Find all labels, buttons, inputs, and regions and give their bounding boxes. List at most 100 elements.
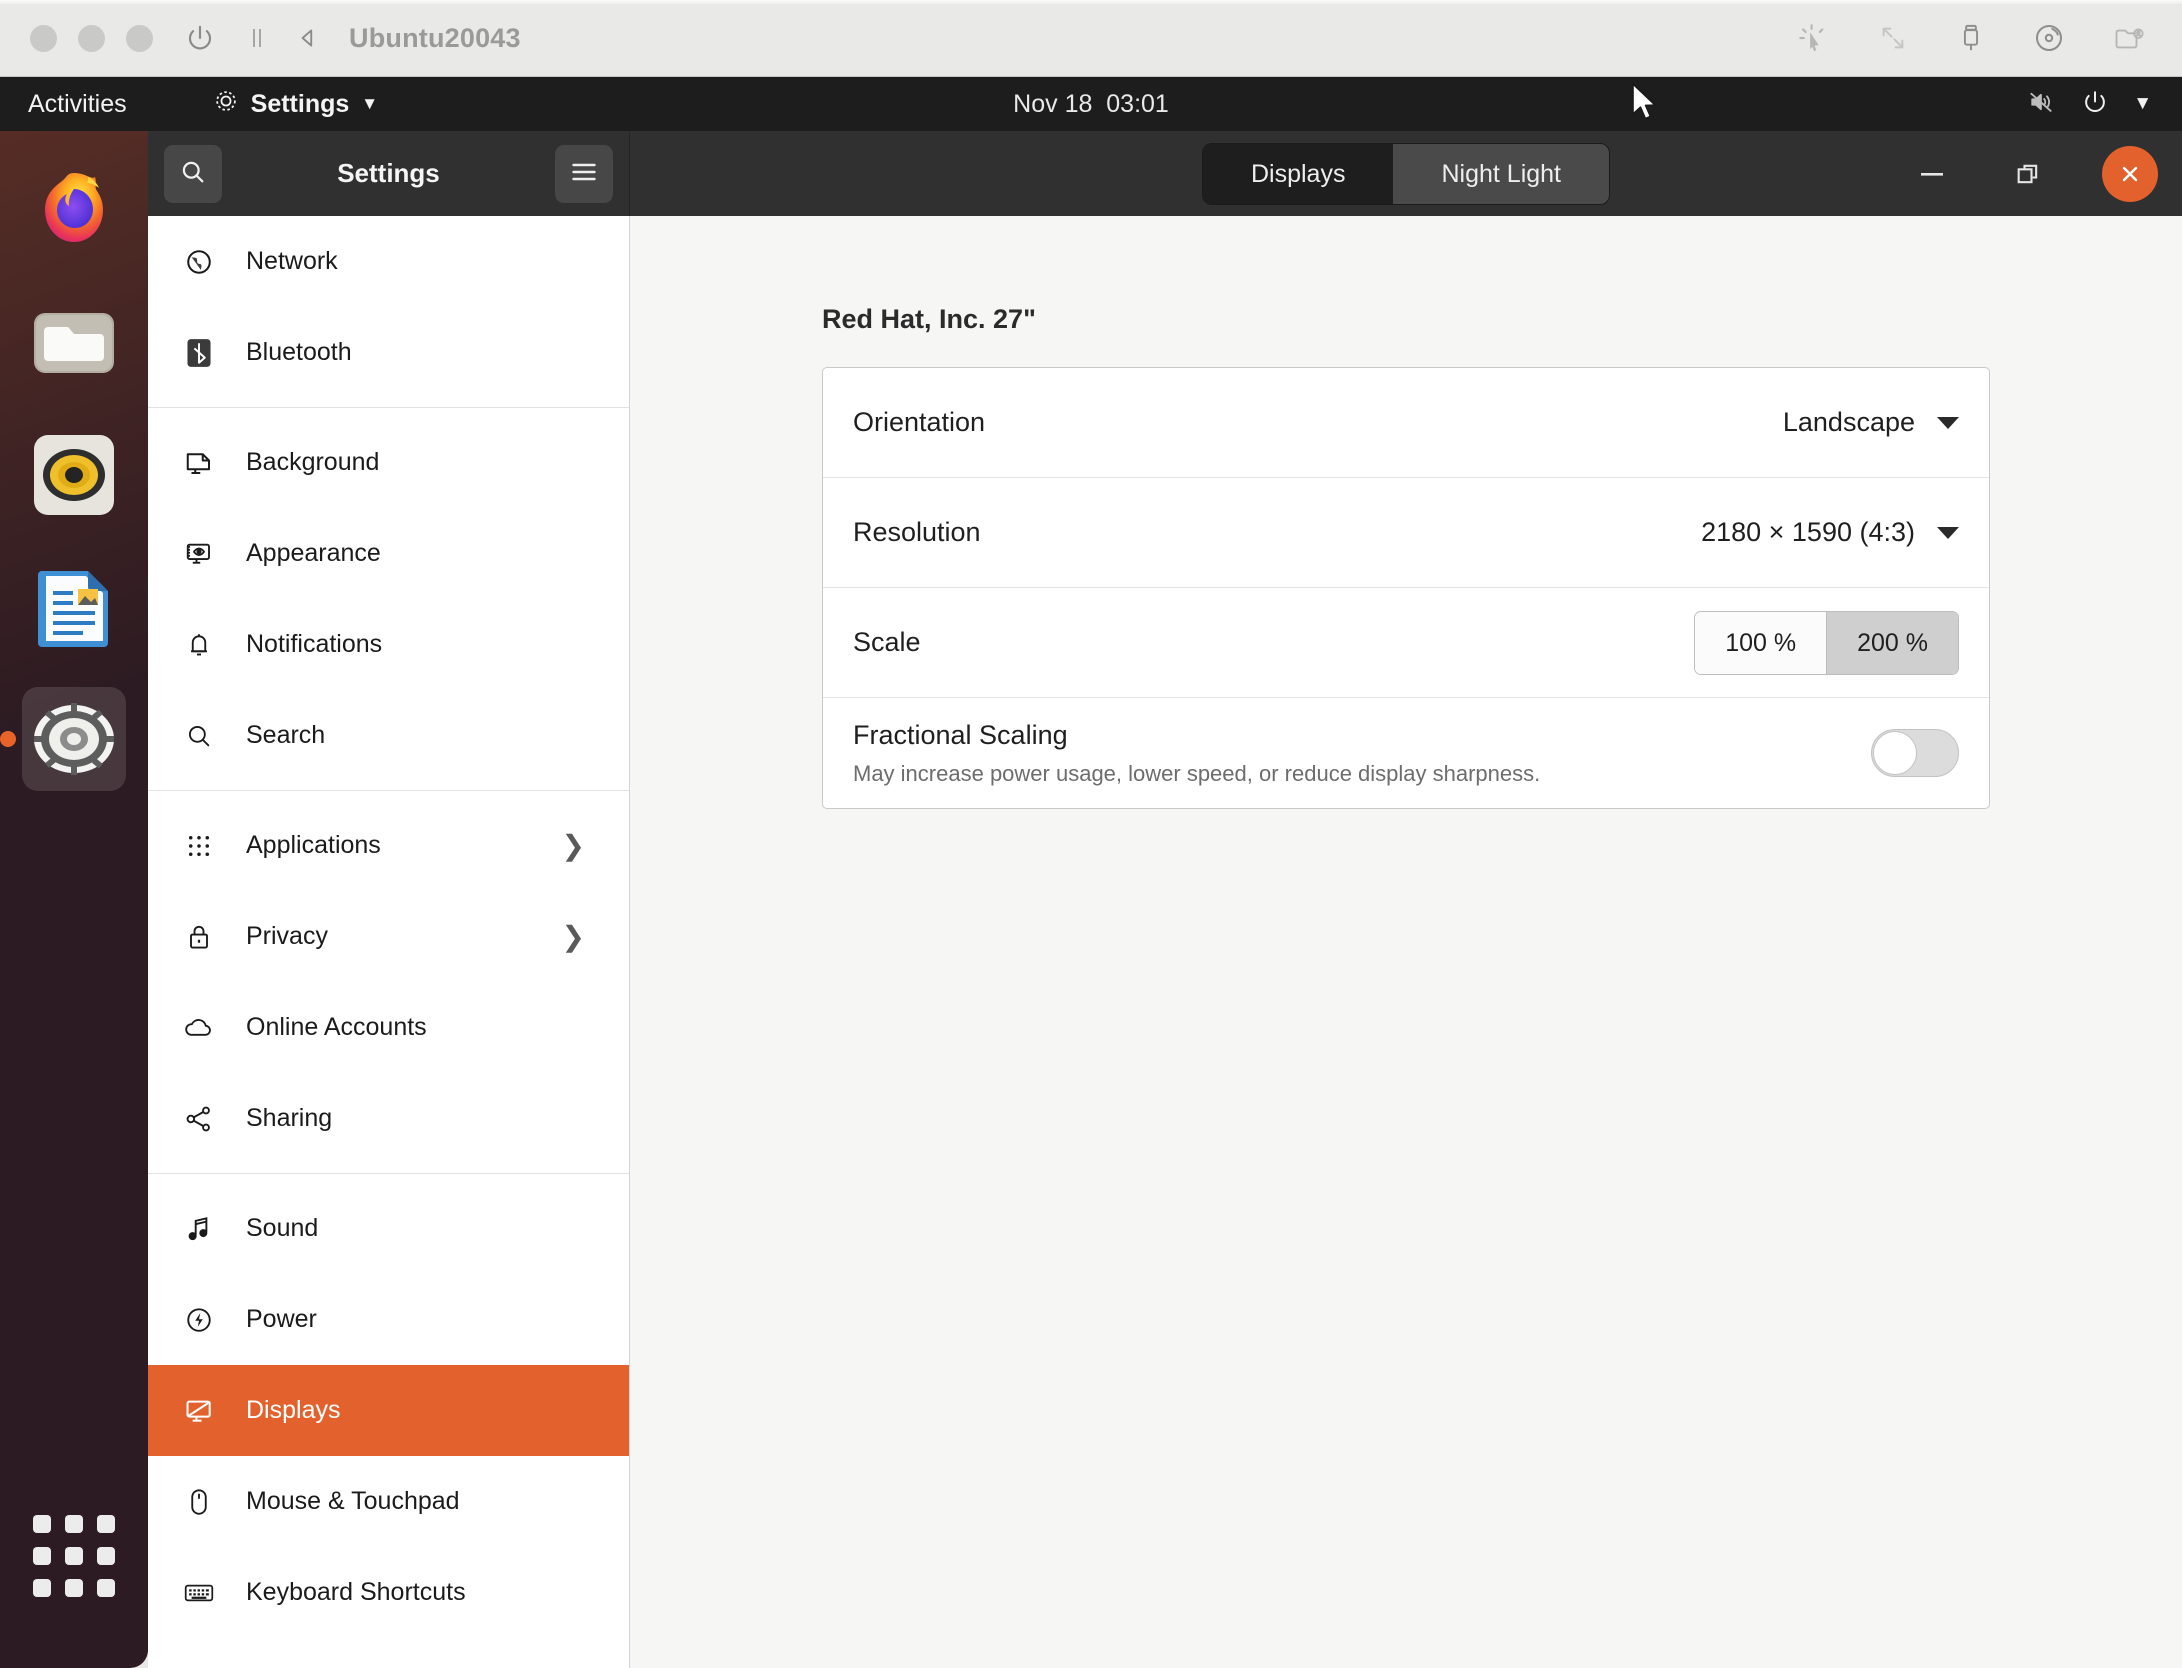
chevron-down-icon [1937,526,1959,539]
running-indicator [0,731,16,747]
fractional-scaling-label: Fractional Scaling [853,719,1068,750]
sidebar-item-sound[interactable]: Sound [148,1183,629,1274]
headerbar-left: Settings [148,131,630,216]
scale-segmented-control: 100 % 200 % [1694,610,1959,675]
chevron-down-icon: ▼ [361,94,379,113]
grid-dot [33,1515,51,1533]
sidebar-item-label: Sharing [246,1104,333,1132]
grid-dot [97,1515,115,1533]
grid-dot [65,1579,83,1597]
fullscreen-icon[interactable] [1877,22,1909,54]
grid-dot [97,1547,115,1565]
sidebar-item-label: Displays [246,1396,341,1424]
dock-item-rhythmbox[interactable] [22,423,126,527]
sidebar-separator [148,1173,629,1174]
hamburger-menu-icon [570,161,598,186]
sidebar-item-applications[interactable]: Applications ❯ [148,800,629,891]
settings-window: Settings Displays Night Light Network Bl… [148,131,2182,1668]
dock-item-libreoffice-writer[interactable] [22,555,126,659]
resolution-value: 2180 × 1590 (4:3) [1701,517,1915,547]
appearance-icon [182,540,216,568]
vm-maximize-dot[interactable] [126,24,153,52]
vm-titlebar: Ubuntu20043 [0,0,2182,77]
sidebar-item-label: Mouse & Touchpad [246,1487,460,1515]
clock[interactable]: Nov 18 03:01 [1013,90,1169,119]
show-applications-button[interactable] [22,1504,126,1608]
sidebar-item-label: Sound [246,1214,319,1242]
gear-icon [213,88,239,121]
search-icon [182,722,216,750]
vm-back-icon[interactable] [295,25,321,51]
grid-dot [65,1547,83,1565]
sidebar-item-sharing[interactable]: Sharing [148,1073,629,1164]
sidebar-separator [148,407,629,408]
system-status-area[interactable]: ▼ [2027,88,2152,121]
scale-option-200[interactable]: 200 % [1826,611,1958,674]
sidebar-item-power[interactable]: Power [148,1274,629,1365]
window-controls [1910,145,2158,202]
background-monitor-icon [182,449,216,477]
shared-folder-icon[interactable] [2112,23,2146,53]
fractional-scaling-toggle[interactable] [1871,729,1959,777]
vm-power-icon[interactable] [185,23,215,53]
minimize-button[interactable] [1910,152,1954,196]
cd-dvd-icon[interactable] [2033,22,2065,54]
bluetooth-icon [182,338,216,368]
sidebar-item-label: Applications [246,831,381,859]
sidebar-item-background[interactable]: Background [148,417,629,508]
activities-button[interactable]: Activities [28,90,127,119]
chevron-right-icon: ❯ [561,921,585,952]
sidebar-item-network[interactable]: Network [148,216,629,307]
sidebar-item-notifications[interactable]: Notifications [148,599,629,690]
volume-muted-icon [2027,89,2057,120]
mouse-cursor [1630,82,1660,131]
search-button[interactable] [164,144,222,203]
dock-item-files[interactable] [22,291,126,395]
sidebar-item-privacy[interactable]: Privacy ❯ [148,891,629,982]
resolution-row[interactable]: Resolution 2180 × 1590 (4:3) [823,478,1989,588]
app-menu-settings[interactable]: Settings ▼ [213,88,378,121]
sidebar-item-mouse-touchpad[interactable]: Mouse & Touchpad [148,1456,629,1547]
sidebar-item-label: Appearance [246,539,381,567]
fractional-scaling-row: Fractional Scaling May increase power us… [823,698,1989,808]
dock-item-settings[interactable] [0,687,126,791]
search-icon [179,158,207,189]
vm-close-dot[interactable] [30,24,57,52]
pointer-integration-icon[interactable] [1796,21,1830,55]
vm-toolbar-icons [1796,21,2146,55]
orientation-row[interactable]: Orientation Landscape [823,368,1989,478]
display-settings-card: Orientation Landscape Resolution 2180 × … [822,367,1990,809]
sidebar-item-label: Power [246,1305,317,1333]
tab-displays[interactable]: Displays [1202,143,1394,204]
usb-icon[interactable] [1956,21,1986,55]
settings-sidebar[interactable]: Network Bluetooth Background Appearance … [148,216,630,1668]
resolution-dropdown[interactable]: 2180 × 1590 (4:3) [1701,517,1959,548]
sidebar-item-label: Keyboard Shortcuts [246,1578,466,1606]
dock [0,131,148,1668]
sidebar-item-label: Notifications [246,630,383,658]
chevron-right-icon: ❯ [561,830,585,861]
sidebar-item-keyboard-shortcuts[interactable]: Keyboard Shortcuts [148,1547,629,1638]
sidebar-item-displays[interactable]: Displays [148,1365,629,1456]
sidebar-item-online-accounts[interactable]: Online Accounts [148,982,629,1073]
sidebar-item-label: Search [246,721,326,749]
dock-item-list [0,131,148,791]
dock-item-firefox[interactable] [22,159,126,263]
fractional-scaling-description: May increase power usage, lower speed, o… [853,760,1541,786]
vm-pause-icon[interactable] [245,25,269,51]
main-menu-button[interactable] [554,144,613,203]
scale-option-100[interactable]: 100 % [1695,611,1827,674]
chevron-down-icon: ▼ [2133,93,2152,114]
vm-window-buttons [30,24,153,52]
close-button[interactable] [2102,145,2158,202]
power-icon [2081,88,2109,121]
sidebar-item-bluetooth[interactable]: Bluetooth [148,307,629,398]
maximize-button[interactable] [2006,152,2050,196]
sidebar-item-appearance[interactable]: Appearance [148,508,629,599]
sidebar-item-printers[interactable]: Printers [148,1638,629,1668]
orientation-dropdown[interactable]: Landscape [1783,407,1959,438]
sidebar-item-search[interactable]: Search [148,690,629,781]
vm-minimize-dot[interactable] [78,24,105,52]
tab-night-light[interactable]: Night Light [1393,143,1610,204]
grid-dot [33,1547,51,1565]
